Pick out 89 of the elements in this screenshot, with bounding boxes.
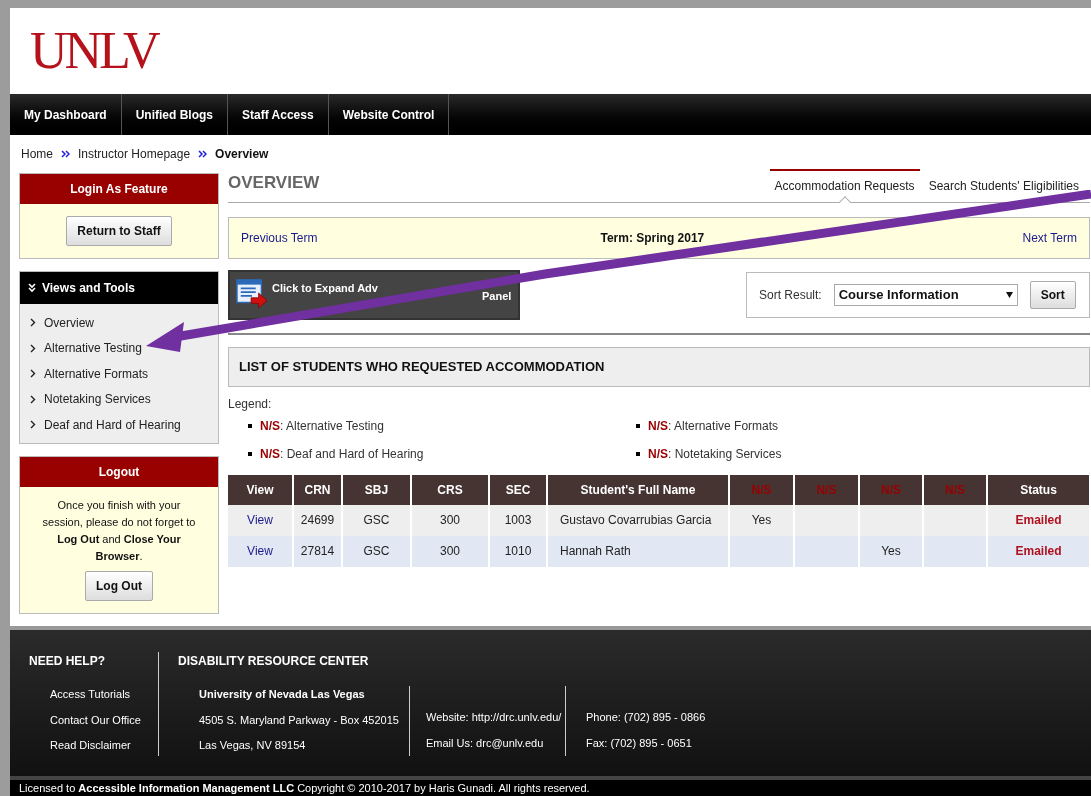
legend-text: N/S: Alternative Testing — [260, 417, 384, 435]
column-header: View — [228, 474, 293, 505]
chevron-icon — [30, 420, 36, 430]
table-cell: 300 — [440, 513, 460, 528]
sort-button[interactable]: Sort — [1029, 280, 1076, 309]
address-line: 4505 S. Maryland Parkway - Box 452015 — [199, 712, 400, 728]
breadcrumb-link[interactable]: Instructor Homepage — [78, 145, 191, 164]
double-chevron-icon — [61, 150, 70, 159]
column-header: N/S — [794, 474, 859, 505]
chevron-icon — [30, 369, 36, 379]
legend-text: N/S: Deaf and Hard of Hearing — [260, 445, 424, 463]
sidebar-item[interactable]: Alternative Formats — [20, 360, 218, 387]
sort-select[interactable]: Course Information — [833, 283, 1018, 306]
table-cell: Yes — [751, 513, 772, 528]
status-text: Emailed — [1015, 544, 1062, 559]
table-cell: 24699 — [300, 513, 335, 528]
sort-label: Sort Result: — [759, 286, 822, 304]
table-cell: GSC — [363, 544, 390, 559]
copyright-text: Licensed to Accessible Information Management LLC Copyright © 2010-2017 by Haris Gunadi. All rights reserved. — [19, 780, 590, 796]
logo[interactable]: UNLV — [30, 24, 158, 77]
column-header: CRS — [411, 474, 489, 505]
column-header: Student's Full Name — [547, 474, 729, 505]
chevron-icon — [30, 343, 36, 353]
panel-header: Login As Feature — [20, 173, 218, 204]
table-cell: GSC — [363, 513, 390, 528]
column-header: Status — [987, 474, 1090, 505]
double-chevron-icon — [198, 150, 208, 159]
nav-tab[interactable]: Website Control — [328, 93, 450, 136]
table-cell: 27814 — [300, 544, 335, 559]
table-cell: Gustavo Covarrubias Garcia — [560, 513, 712, 528]
contact-line: Website: http://drc.unlv.edu/ — [426, 710, 563, 726]
previous-term-link[interactable]: Previous Term — [241, 228, 318, 247]
column-header: N/S — [729, 474, 794, 505]
next-term-link[interactable]: Next Term — [1022, 228, 1077, 247]
footer-link[interactable]: Access Tutorials — [50, 686, 158, 703]
contact-line: Email Us: drc@unlv.edu — [426, 735, 545, 751]
section-title: LIST OF STUDENTS WHO REQUESTED ACCOMMODATION — [239, 358, 605, 377]
footer-heading: NEED HELP? — [29, 653, 106, 671]
column-header: N/S — [859, 474, 923, 505]
column-header: SBJ — [342, 474, 411, 505]
tab[interactable]: Search Students' Eligibilities — [923, 168, 1084, 202]
nav-tab[interactable]: My Dashboard — [10, 93, 122, 136]
breadcrumb-link[interactable]: Home — [21, 145, 53, 164]
address-line: Las Vegas, NV 89154 — [199, 738, 307, 754]
list-arrow-icon — [236, 278, 268, 309]
panel-header: Logout — [20, 457, 218, 488]
tab[interactable]: Accommodation Requests — [769, 168, 920, 202]
legend-title: Legend: — [228, 395, 273, 413]
table-cell: 300 — [440, 544, 460, 559]
sidebar-item[interactable]: Notetaking Services — [20, 386, 218, 412]
column-header: N/S — [923, 474, 987, 505]
table-cell: Hannah Rath — [560, 544, 631, 559]
column-header: SEC — [489, 474, 547, 505]
sidebar-item[interactable]: Deaf and Hard of Hearing — [20, 411, 218, 438]
panel-header: Views and Tools — [42, 279, 135, 297]
bullet-icon — [248, 423, 252, 428]
status-text: Emailed — [1015, 513, 1062, 528]
bullet-icon — [248, 451, 252, 456]
column-header: CRN — [293, 474, 342, 505]
legend-text: N/S: Alternative Formats — [648, 417, 779, 435]
page-title: OVERVIEW — [228, 172, 321, 195]
footer-heading: DISABILITY RESOURCE CENTER — [178, 653, 370, 671]
view-link[interactable]: View — [247, 513, 273, 528]
term-label: Term: Spring 2017 — [600, 229, 705, 247]
table-cell: 1003 — [504, 513, 532, 528]
logout-message: Once you finish with your session, please do not forget to Log Out and Close Your Browser. — [41, 498, 197, 565]
legend-text: N/S: Notetaking Services — [648, 445, 782, 463]
table-cell: 1010 — [504, 544, 532, 559]
contact-line: Fax: (702) 895 - 0651 — [586, 735, 693, 751]
button-label: Panel — [481, 288, 512, 304]
nav-tab[interactable]: Unified Blogs — [121, 93, 229, 136]
chevron-icon — [30, 318, 36, 328]
bullet-icon — [636, 423, 640, 428]
sidebar-item[interactable]: Overview — [20, 309, 218, 336]
contact-line: Phone: (702) 895 - 0866 — [586, 710, 706, 726]
footer-link[interactable]: Read Disclaimer — [50, 737, 158, 754]
view-link[interactable]: View — [247, 544, 273, 559]
button-label: Click to Expand Adv — [272, 280, 378, 296]
table-cell: Yes — [881, 544, 901, 559]
double-chevron-icon — [28, 282, 36, 293]
sidebar-item[interactable]: Alternative Testing — [20, 335, 218, 361]
nav-tab[interactable]: Staff Access — [228, 93, 329, 136]
footer-link[interactable]: Contact Our Office — [50, 711, 158, 729]
address-line: University of Nevada Las Vegas — [199, 687, 366, 703]
log-out-button[interactable]: Log Out — [85, 571, 153, 602]
dropdown-icon — [1005, 291, 1013, 298]
return-to-staff-button[interactable]: Return to Staff — [66, 215, 172, 246]
bullet-icon — [636, 451, 640, 456]
chevron-icon — [30, 394, 36, 404]
